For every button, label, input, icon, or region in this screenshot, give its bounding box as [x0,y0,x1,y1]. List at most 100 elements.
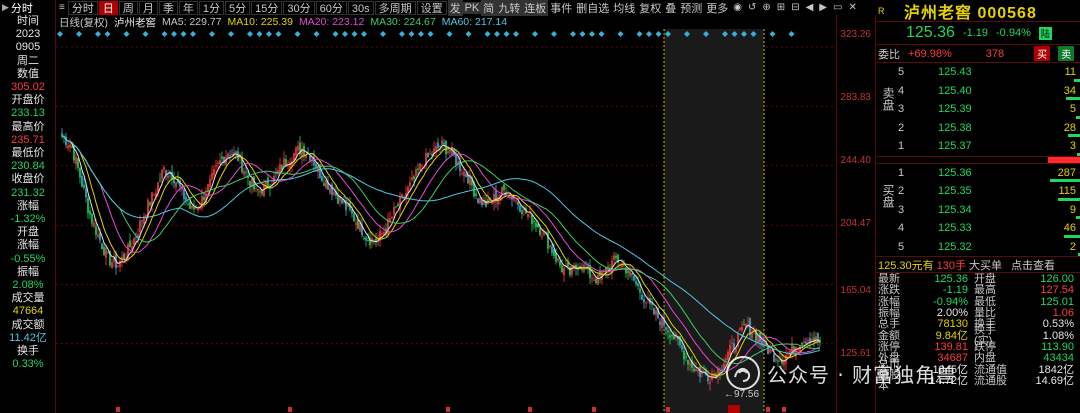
toolbar-item[interactable]: 复权 [637,0,663,16]
period-tab[interactable]: 15分 [251,0,283,15]
info-row: 涨幅 [17,199,39,212]
candle-body [601,271,603,280]
toolbar-item[interactable]: 叠 [663,0,678,16]
chart-type-label[interactable]: 日线(复权) [59,15,108,30]
candle-body [321,176,323,182]
period-tab[interactable]: 5分 [224,0,251,15]
left-header[interactable]: ▶ 分时 [0,0,55,15]
view-link[interactable]: 点击查看 [1011,257,1055,273]
price-change-pct: -0.94% [996,27,1031,39]
ask-row[interactable]: 5 125.43 11 [898,63,1080,82]
toolbar-item[interactable]: 事件 [548,0,574,16]
stats-k1: 涨跌 [878,284,900,297]
bid-row[interactable]: 2 125.35 115 [898,182,1080,201]
zoom-out-icon[interactable]: ⊟ [788,2,802,13]
candle-body [449,149,451,152]
book-volume: 5 [1069,103,1076,116]
candle-body [415,169,417,176]
candle-body [521,210,523,215]
event-marker-icon [342,31,348,37]
candle-body [353,213,355,222]
candle-body [337,195,339,204]
toolbar-item[interactable]: PK [462,1,482,14]
period-tab[interactable]: 设置 [416,0,447,15]
wechat-logo-icon [726,356,760,390]
period-tab[interactable]: 日 [98,0,118,15]
candle-body [85,188,87,198]
candle-body [191,205,193,209]
window-icon[interactable]: ▭ [830,2,845,13]
eye-icon[interactable]: ◉ [730,2,745,13]
undo-icon[interactable]: ↺ [745,2,759,13]
toolbar-item[interactable]: 九转 [496,0,523,16]
arrow-left-icon[interactable]: ◀ [803,2,817,13]
toolbar-item[interactable]: 删自选 [574,0,611,16]
toolbar-item[interactable]: 发 [447,0,463,16]
candle-body [295,147,297,156]
bid-row[interactable]: 4 125.33 46 [898,219,1080,238]
candle-body [81,175,83,187]
bid-row[interactable]: 3 125.34 9 [898,201,1080,219]
toolbar-item[interactable]: 简 [481,0,497,16]
bid-row[interactable]: 5 125.32 2 [898,238,1080,256]
event-marker-icon [399,31,405,37]
candle-body [563,268,565,276]
period-tab[interactable]: 多周期 [374,0,416,15]
bottom-event-marker [592,407,596,412]
period-tab[interactable]: 30分 [283,0,315,15]
ask-row[interactable]: 2 125.38 28 [898,119,1080,137]
book-volume: 46 [1063,222,1076,235]
stats-v2: 0.53% [1042,318,1074,331]
info-row: 成交额 [11,318,45,331]
ask-row[interactable]: 4 125.40 34 [898,82,1080,100]
zoom-in-icon[interactable]: ⊞ [774,2,788,13]
candle-body [235,151,237,153]
toolbar-item[interactable]: 均线 [611,0,637,16]
sell-button[interactable]: 卖 [1058,46,1075,61]
candle-body [655,310,657,316]
period-tab[interactable]: 季 [158,0,178,15]
period-tab[interactable]: 60分 [315,0,347,15]
book-level: 3 [898,203,905,216]
toolbar-item[interactable]: 连板 [522,0,549,16]
toolbar-item[interactable]: 预测 [678,0,704,16]
kline-svg[interactable]: ←97.56 [56,29,836,413]
candle-body [561,265,563,273]
search-icon[interactable]: ⊕ [759,2,773,13]
event-marker-icon [95,31,101,37]
close-icon[interactable]: ✕ [845,2,859,13]
period-tab[interactable]: 1分 [198,0,224,15]
period-tab[interactable]: 30s [347,0,374,15]
big-order-row[interactable]: 125.30元有 130手 大买单 点击查看 [876,256,1080,273]
info-row: 换手 [17,345,39,358]
buy-button[interactable]: 买 [1034,46,1051,61]
event-marker-icon [351,31,358,37]
book-level: 4 [898,84,905,97]
period-tab[interactable]: 年 [178,0,198,15]
period-tab[interactable]: 月 [138,0,158,15]
candle-body [551,246,553,254]
candle-body [751,333,753,339]
book-price: 125.38 [938,121,972,134]
bottom-event-marker [288,407,292,412]
candle-body [477,198,479,204]
event-marker-icon [598,31,605,37]
kline-chart[interactable]: ←97.56 [56,29,836,413]
bid-row[interactable]: 1 125.36 287 [898,164,1080,182]
candle-body [741,326,743,331]
candle-body [701,372,703,375]
candle-body [631,273,633,275]
arrow-right-icon[interactable]: ▶ [816,2,830,13]
period-tab[interactable]: 周 [118,0,138,15]
candle-body [591,277,593,279]
ask-row[interactable]: 1 125.37 3 [898,137,1080,156]
toolbar-item[interactable]: 更多 [704,0,730,16]
candle-body [65,136,67,146]
ask-row[interactable]: 3 125.39 5 [898,100,1080,119]
event-marker-icon [275,31,282,37]
period-tab[interactable]: 分时 [67,0,98,15]
menu-icon[interactable]: ≡ [56,2,68,13]
candle-body [367,240,369,242]
hk-connect-badge: 陆 [1038,26,1052,40]
info-row: -1.32% [10,213,46,226]
